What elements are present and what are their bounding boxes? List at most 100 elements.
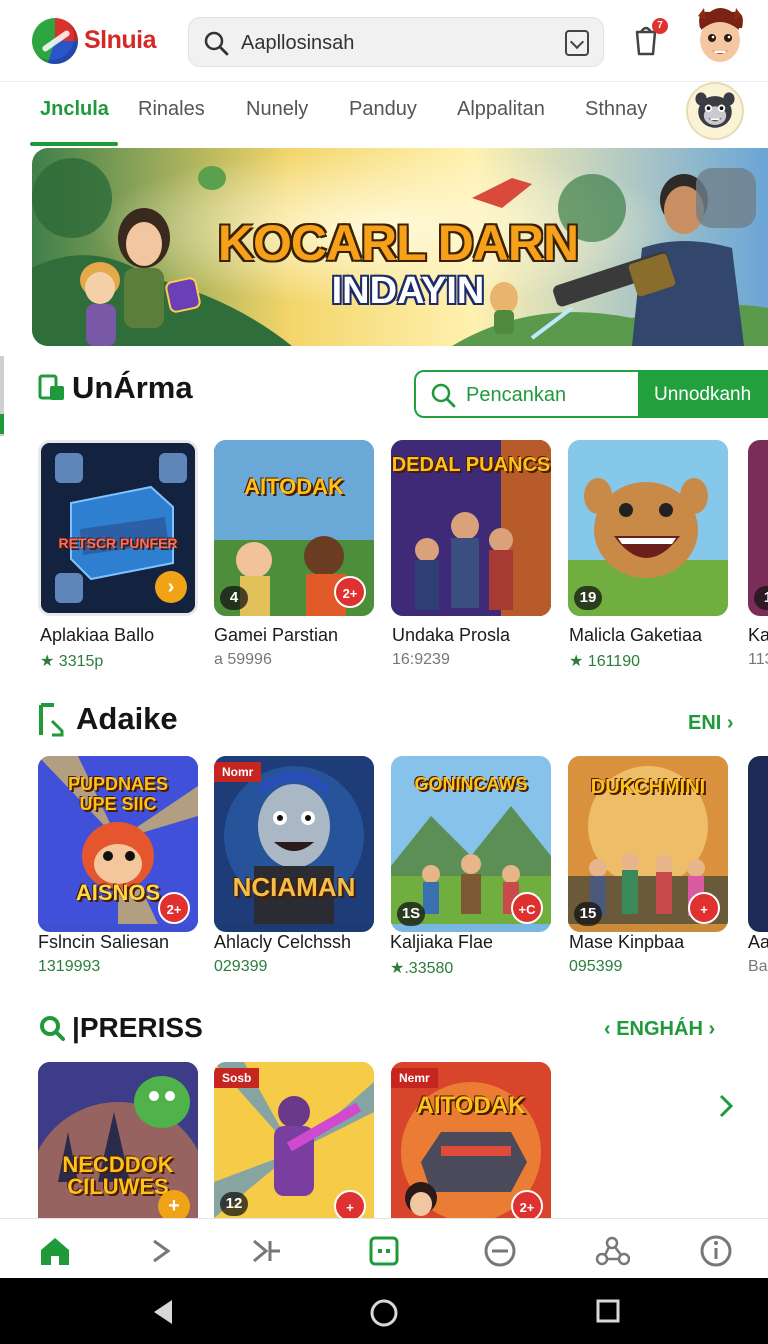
bottom-navigation bbox=[0, 1218, 768, 1278]
see-all-link[interactable]: ‹ ENGHÁH › bbox=[604, 1018, 715, 1041]
chevron-right-icon: › bbox=[702, 1018, 716, 1040]
notification-badge: 7 bbox=[652, 18, 668, 34]
home-icon[interactable] bbox=[37, 1233, 73, 1269]
star-icon: ★ bbox=[390, 960, 405, 977]
game-title[interactable]: Malicla Gaketiaa bbox=[569, 625, 702, 646]
mascot-avatar[interactable] bbox=[686, 82, 744, 140]
game-card[interactable]: RETSCR PUNFER › bbox=[38, 440, 198, 616]
game-card[interactable]: DUKCHMINI 15 + bbox=[568, 756, 728, 932]
game-rating: 113 bbox=[748, 651, 768, 668]
share-nodes-icon[interactable] bbox=[594, 1233, 630, 1269]
star-icon: ★ bbox=[40, 653, 59, 670]
game-card[interactable]: AITODAK 4 2+ bbox=[214, 440, 374, 616]
card-art-text: DEDAL PUANCS bbox=[391, 454, 551, 476]
tab-rinales[interactable]: Rinales bbox=[138, 98, 205, 121]
back-triangle-icon[interactable] bbox=[150, 1298, 176, 1326]
game-card[interactable]: DEDAL PUANCS bbox=[391, 440, 551, 616]
dropdown-icon[interactable] bbox=[565, 30, 589, 56]
card-badge: 2+ bbox=[511, 1190, 543, 1218]
tab-alppalitan[interactable]: Alppalitan bbox=[457, 98, 545, 121]
card-ribbon: Sosb bbox=[214, 1068, 260, 1088]
section-tag-icon bbox=[38, 374, 64, 400]
game-rating: ★.33580 bbox=[390, 960, 454, 977]
game-rating: a 59996 bbox=[214, 651, 272, 668]
recents-square-icon[interactable] bbox=[595, 1298, 621, 1324]
game-title[interactable]: Mase Kinpbaa bbox=[569, 932, 684, 953]
game-title[interactable]: Aplakiaa Ballo bbox=[40, 625, 154, 646]
chevron-left-icon: ‹ bbox=[604, 1018, 617, 1040]
game-title[interactable]: Kaljiaka Flae bbox=[390, 932, 493, 953]
info-icon[interactable] bbox=[698, 1233, 734, 1269]
play-arrow-icon[interactable]: › bbox=[155, 571, 187, 603]
game-rating: ★ 161190 bbox=[569, 653, 640, 670]
featured-banner[interactable]: KOCARL DARN INDAYIN bbox=[32, 148, 768, 346]
game-card[interactable]: GONINCAWS 1S +C bbox=[391, 756, 551, 932]
game-title[interactable]: Aa bbox=[748, 932, 768, 953]
game-title[interactable]: Fslncin Saliesan bbox=[38, 932, 169, 953]
tab-jnclula[interactable]: Jnclula bbox=[40, 98, 109, 121]
card-rank: 15 bbox=[574, 902, 602, 926]
card-art-text: AITODAK bbox=[244, 474, 344, 499]
card-badge: 2+ bbox=[334, 576, 366, 608]
filter-input[interactable]: Pencankan bbox=[466, 384, 566, 407]
filter-button[interactable]: Unnodkanh bbox=[638, 372, 766, 416]
game-title[interactable]: Ka bbox=[748, 625, 768, 646]
game-title[interactable]: Ahlacly Celchssh bbox=[214, 932, 351, 953]
game-rating: 16:9239 bbox=[392, 651, 450, 668]
chevron-right-icon[interactable] bbox=[144, 1233, 180, 1269]
app-logo[interactable] bbox=[32, 18, 78, 64]
card-badge: +C bbox=[511, 892, 543, 924]
minus-circle-icon[interactable] bbox=[482, 1233, 518, 1269]
search-icon bbox=[204, 31, 229, 56]
section-search-icon bbox=[40, 1016, 65, 1041]
card-badge: 2+ bbox=[158, 892, 190, 924]
skip-icon[interactable] bbox=[248, 1233, 284, 1269]
game-card[interactable]: 1 bbox=[748, 440, 768, 616]
game-rating: Ba bbox=[748, 958, 768, 975]
search-bar[interactable]: Aapllosinsah bbox=[188, 17, 604, 67]
section-filter: Pencankan Unnodkanh bbox=[414, 370, 768, 418]
section-title-unarma: UnÁrma bbox=[72, 370, 193, 405]
game-card[interactable]: NECDDOK CILUWES + bbox=[38, 1062, 198, 1218]
section-title-adaike: Adaike bbox=[76, 701, 178, 736]
system-navigation-bar bbox=[0, 1278, 768, 1344]
card-art-text: GONINCAWS bbox=[414, 774, 528, 794]
star-icon: ★ bbox=[569, 653, 588, 670]
card-ribbon: Nemr bbox=[391, 1068, 438, 1088]
search-input[interactable]: Aapllosinsah bbox=[241, 32, 354, 55]
card-badge: + bbox=[334, 1190, 366, 1218]
game-card[interactable]: Sosb 12 + bbox=[214, 1062, 374, 1218]
section-title-preriss: |PRERISS bbox=[72, 1012, 203, 1043]
tab-panduy[interactable]: Panduy bbox=[349, 98, 417, 121]
grid-square-icon[interactable] bbox=[366, 1233, 402, 1269]
game-card[interactable]: 19 bbox=[568, 440, 728, 616]
game-card[interactable]: Nomr NCIAMAN bbox=[214, 756, 374, 932]
game-card[interactable] bbox=[748, 756, 768, 932]
card-art-text: PUPDNAES UPE SIIC bbox=[67, 774, 169, 814]
card-badge: + bbox=[158, 1190, 190, 1218]
chevron-right-icon: › bbox=[726, 712, 734, 734]
category-tabs: Jnclula Rinales Nunely Panduy Alppalitan… bbox=[0, 82, 768, 146]
tab-sthnay[interactable]: Sthnay bbox=[585, 98, 647, 121]
card-art-text: NCIAMAN bbox=[232, 872, 356, 902]
game-rating: 095399 bbox=[569, 958, 623, 975]
card-rank: 12 bbox=[220, 1192, 248, 1216]
card-art-text: DUKCHMINI bbox=[590, 776, 706, 798]
scroll-right-icon[interactable] bbox=[716, 1092, 736, 1120]
game-title[interactable]: Undaka Prosla bbox=[392, 625, 510, 646]
active-tab-indicator bbox=[30, 142, 118, 146]
game-title[interactable]: Gamei Parstian bbox=[214, 625, 338, 646]
game-card[interactable]: PUPDNAES UPE SIIC AISNOS 2+ bbox=[38, 756, 198, 932]
game-rating: 029399 bbox=[214, 958, 268, 975]
game-card[interactable]: Nemr AITODAK 2+ bbox=[391, 1062, 551, 1218]
profile-avatar[interactable] bbox=[692, 6, 748, 68]
home-circle-icon[interactable] bbox=[369, 1298, 399, 1328]
card-rank: 4 bbox=[220, 586, 248, 610]
game-rating: ★ 3315p bbox=[40, 653, 104, 670]
see-all-link[interactable]: ENI › bbox=[688, 712, 734, 735]
filter-search-icon bbox=[431, 383, 456, 408]
tab-nunely[interactable]: Nunely bbox=[246, 98, 308, 121]
banner-subtitle: INDAYIN bbox=[331, 270, 485, 312]
banner-title: KOCARL DARN bbox=[217, 215, 579, 271]
card-art-text: AITODAK bbox=[416, 1092, 526, 1119]
